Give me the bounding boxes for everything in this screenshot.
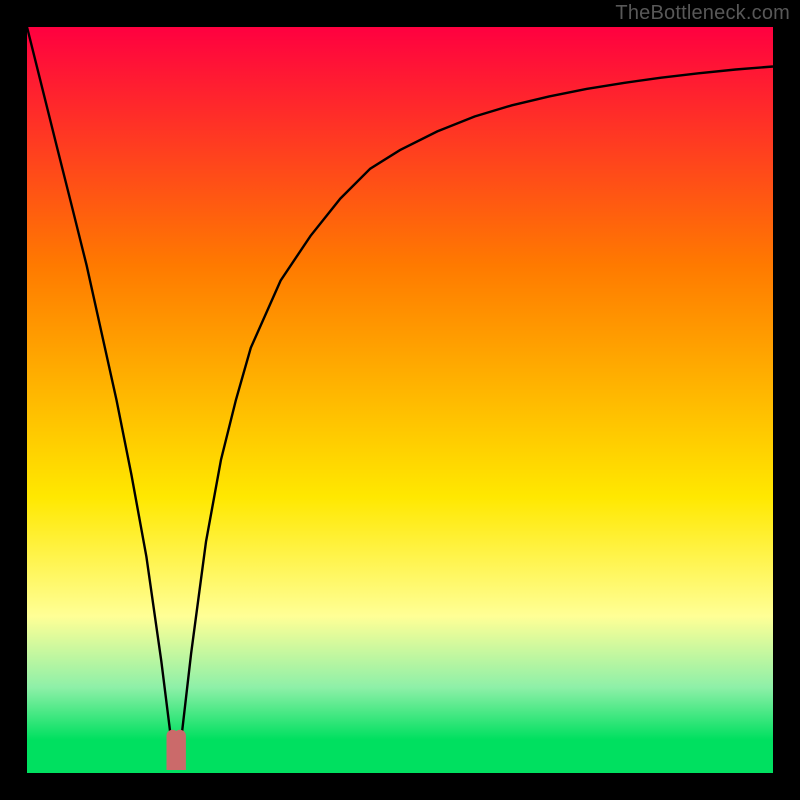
plot-background — [27, 27, 773, 773]
curve-foot-icon — [173, 736, 180, 764]
chart-stage: TheBottleneck.com — [0, 0, 800, 800]
site-watermark: TheBottleneck.com — [615, 2, 790, 25]
bottleneck-plot — [0, 0, 800, 800]
